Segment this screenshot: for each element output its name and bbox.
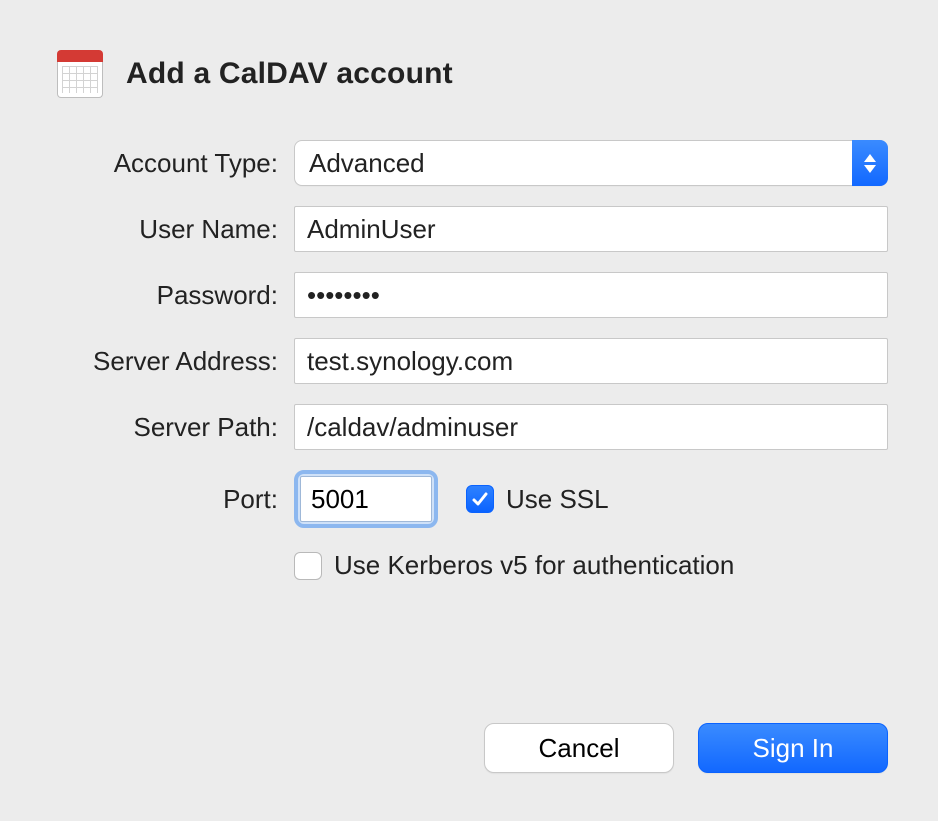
label-password: Password: <box>50 280 280 311</box>
server-address-input[interactable] <box>294 338 888 384</box>
select-arrows-icon <box>852 140 888 186</box>
label-port: Port: <box>50 484 280 515</box>
label-server-address: Server Address: <box>50 346 280 377</box>
cancel-button[interactable]: Cancel <box>484 723 674 773</box>
port-focus-ring <box>294 470 438 528</box>
use-ssl-label: Use SSL <box>506 484 609 515</box>
kerberos-label: Use Kerberos v5 for authentication <box>334 550 734 581</box>
kerberos-row[interactable]: Use Kerberos v5 for authentication <box>294 550 888 581</box>
caldav-dialog: Add a CalDAV account Account Type: Advan… <box>0 0 938 821</box>
form: Account Type: Advanced User Name: Passwo… <box>50 140 888 581</box>
label-server-path: Server Path: <box>50 412 280 443</box>
use-ssl-row[interactable]: Use SSL <box>466 484 609 515</box>
sign-in-button[interactable]: Sign In <box>698 723 888 773</box>
password-input[interactable] <box>294 272 888 318</box>
port-row: Use SSL <box>294 470 888 528</box>
calendar-icon <box>56 50 104 98</box>
account-type-select[interactable]: Advanced <box>294 140 888 186</box>
account-type-value: Advanced <box>309 148 425 179</box>
server-path-input[interactable] <box>294 404 888 450</box>
label-user-name: User Name: <box>50 214 280 245</box>
button-row: Cancel Sign In <box>484 723 888 773</box>
label-account-type: Account Type: <box>50 148 280 179</box>
use-ssl-checkbox[interactable] <box>466 485 494 513</box>
port-input[interactable] <box>300 476 432 522</box>
dialog-title: Add a CalDAV account <box>126 57 453 91</box>
dialog-header: Add a CalDAV account <box>56 50 888 98</box>
user-name-input[interactable] <box>294 206 888 252</box>
kerberos-checkbox[interactable] <box>294 552 322 580</box>
